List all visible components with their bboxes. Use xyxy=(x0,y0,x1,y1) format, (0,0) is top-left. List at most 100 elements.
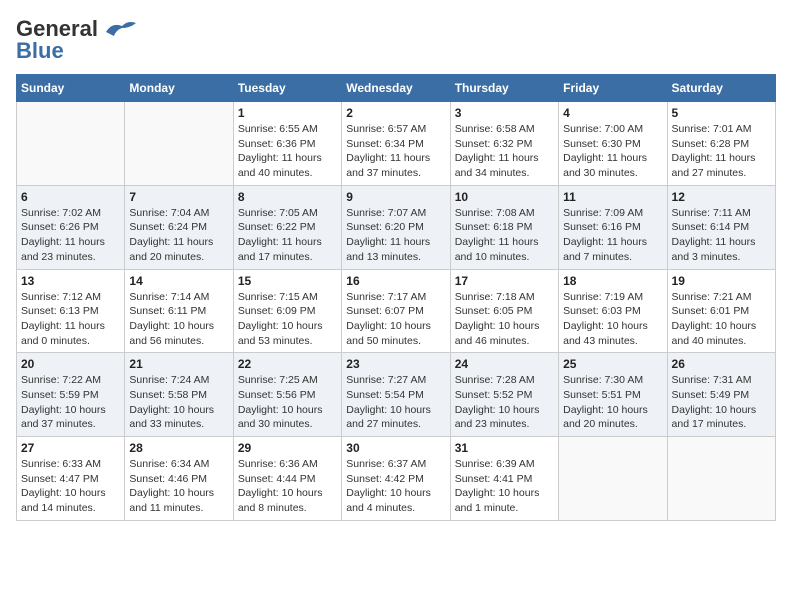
logo-bird-icon xyxy=(102,18,138,40)
day-info: Sunrise: 6:58 AM Sunset: 6:32 PM Dayligh… xyxy=(455,122,554,181)
day-number: 30 xyxy=(346,441,445,455)
day-number: 1 xyxy=(238,106,337,120)
calendar-cell xyxy=(559,437,667,521)
day-number: 27 xyxy=(21,441,120,455)
day-info: Sunrise: 6:34 AM Sunset: 4:46 PM Dayligh… xyxy=(129,457,228,516)
day-info: Sunrise: 7:09 AM Sunset: 6:16 PM Dayligh… xyxy=(563,206,662,265)
calendar-cell: 4 Sunrise: 7:00 AM Sunset: 6:30 PM Daylig… xyxy=(559,102,667,186)
day-info: Sunrise: 7:11 AM Sunset: 6:14 PM Dayligh… xyxy=(672,206,771,265)
calendar-cell: 22Sunrise: 7:25 AM Sunset: 5:56 PM Dayli… xyxy=(233,353,341,437)
day-info: Sunrise: 7:21 AM Sunset: 6:01 PM Dayligh… xyxy=(672,290,771,349)
day-number: 3 xyxy=(455,106,554,120)
calendar-cell: 1 Sunrise: 6:55 AM Sunset: 6:36 PM Daylig… xyxy=(233,102,341,186)
calendar-cell: 14 Sunrise: 7:14 AM Sunset: 6:11 PM Dayli… xyxy=(125,269,233,353)
day-number: 19 xyxy=(672,274,771,288)
day-info: Sunrise: 7:01 AM Sunset: 6:28 PM Dayligh… xyxy=(672,122,771,181)
day-info: Sunrise: 7:28 AM Sunset: 5:52 PM Dayligh… xyxy=(455,373,554,432)
weekday-header-monday: Monday xyxy=(125,75,233,102)
calendar-cell: 17Sunrise: 7:18 AM Sunset: 6:05 PM Dayli… xyxy=(450,269,558,353)
calendar-cell: 9 Sunrise: 7:07 AM Sunset: 6:20 PM Daylig… xyxy=(342,185,450,269)
day-number: 16 xyxy=(346,274,445,288)
day-info: Sunrise: 7:00 AM Sunset: 6:30 PM Dayligh… xyxy=(563,122,662,181)
day-number: 20 xyxy=(21,357,120,371)
calendar-week-row: 20 Sunrise: 7:22 AM Sunset: 5:59 PM Dayli… xyxy=(17,353,776,437)
day-info: Sunrise: 7:31 AM Sunset: 5:49 PM Dayligh… xyxy=(672,373,771,432)
calendar-cell: 26 Sunrise: 7:31 AM Sunset: 5:49 PM Dayli… xyxy=(667,353,775,437)
calendar-cell: 28 Sunrise: 6:34 AM Sunset: 4:46 PM Dayli… xyxy=(125,437,233,521)
day-info: Sunrise: 7:25 AM Sunset: 5:56 PM Dayligh… xyxy=(238,373,337,432)
calendar-cell xyxy=(125,102,233,186)
logo: General Blue xyxy=(16,16,138,64)
calendar-header-row: SundayMondayTuesdayWednesdayThursdayFrid… xyxy=(17,75,776,102)
day-number: 14 xyxy=(129,274,228,288)
calendar-cell: 19 Sunrise: 7:21 AM Sunset: 6:01 PM Dayli… xyxy=(667,269,775,353)
day-info: Sunrise: 7:07 AM Sunset: 6:20 PM Dayligh… xyxy=(346,206,445,265)
calendar-cell: 15 Sunrise: 7:15 AM Sunset: 6:09 PM Dayli… xyxy=(233,269,341,353)
calendar-week-row: 6 Sunrise: 7:02 AM Sunset: 6:26 PM Daylig… xyxy=(17,185,776,269)
day-info: Sunrise: 7:27 AM Sunset: 5:54 PM Dayligh… xyxy=(346,373,445,432)
calendar-cell: 11Sunrise: 7:09 AM Sunset: 6:16 PM Dayli… xyxy=(559,185,667,269)
day-number: 15 xyxy=(238,274,337,288)
day-info: Sunrise: 7:08 AM Sunset: 6:18 PM Dayligh… xyxy=(455,206,554,265)
day-number: 13 xyxy=(21,274,120,288)
day-number: 18 xyxy=(563,274,662,288)
calendar-week-row: 1 Sunrise: 6:55 AM Sunset: 6:36 PM Daylig… xyxy=(17,102,776,186)
day-number: 26 xyxy=(672,357,771,371)
day-info: Sunrise: 6:36 AM Sunset: 4:44 PM Dayligh… xyxy=(238,457,337,516)
day-info: Sunrise: 7:15 AM Sunset: 6:09 PM Dayligh… xyxy=(238,290,337,349)
day-info: Sunrise: 7:14 AM Sunset: 6:11 PM Dayligh… xyxy=(129,290,228,349)
day-info: Sunrise: 7:19 AM Sunset: 6:03 PM Dayligh… xyxy=(563,290,662,349)
day-number: 24 xyxy=(455,357,554,371)
day-number: 5 xyxy=(672,106,771,120)
calendar-cell: 5 Sunrise: 7:01 AM Sunset: 6:28 PM Daylig… xyxy=(667,102,775,186)
day-number: 31 xyxy=(455,441,554,455)
weekday-header-wednesday: Wednesday xyxy=(342,75,450,102)
day-number: 9 xyxy=(346,190,445,204)
day-number: 10 xyxy=(455,190,554,204)
day-number: 4 xyxy=(563,106,662,120)
calendar-cell: 23 Sunrise: 7:27 AM Sunset: 5:54 PM Dayli… xyxy=(342,353,450,437)
weekday-header-thursday: Thursday xyxy=(450,75,558,102)
day-number: 28 xyxy=(129,441,228,455)
calendar-cell xyxy=(17,102,125,186)
calendar-table: SundayMondayTuesdayWednesdayThursdayFrid… xyxy=(16,74,776,521)
calendar-cell: 16Sunrise: 7:17 AM Sunset: 6:07 PM Dayli… xyxy=(342,269,450,353)
day-number: 6 xyxy=(21,190,120,204)
day-info: Sunrise: 7:04 AM Sunset: 6:24 PM Dayligh… xyxy=(129,206,228,265)
logo-text-blue: Blue xyxy=(16,38,64,64)
calendar-cell: 6 Sunrise: 7:02 AM Sunset: 6:26 PM Daylig… xyxy=(17,185,125,269)
weekday-header-saturday: Saturday xyxy=(667,75,775,102)
calendar-cell: 3 Sunrise: 6:58 AM Sunset: 6:32 PM Daylig… xyxy=(450,102,558,186)
calendar-cell: 12 Sunrise: 7:11 AM Sunset: 6:14 PM Dayli… xyxy=(667,185,775,269)
day-number: 7 xyxy=(129,190,228,204)
weekday-header-tuesday: Tuesday xyxy=(233,75,341,102)
calendar-cell xyxy=(667,437,775,521)
calendar-cell: 29 Sunrise: 6:36 AM Sunset: 4:44 PM Dayli… xyxy=(233,437,341,521)
weekday-header-sunday: Sunday xyxy=(17,75,125,102)
day-info: Sunrise: 7:12 AM Sunset: 6:13 PM Dayligh… xyxy=(21,290,120,349)
day-info: Sunrise: 6:39 AM Sunset: 4:41 PM Dayligh… xyxy=(455,457,554,516)
calendar-cell: 30Sunrise: 6:37 AM Sunset: 4:42 PM Dayli… xyxy=(342,437,450,521)
day-info: Sunrise: 6:33 AM Sunset: 4:47 PM Dayligh… xyxy=(21,457,120,516)
calendar-week-row: 13 Sunrise: 7:12 AM Sunset: 6:13 PM Dayli… xyxy=(17,269,776,353)
calendar-cell: 7 Sunrise: 7:04 AM Sunset: 6:24 PM Daylig… xyxy=(125,185,233,269)
calendar-cell: 2 Sunrise: 6:57 AM Sunset: 6:34 PM Daylig… xyxy=(342,102,450,186)
calendar-cell: 20 Sunrise: 7:22 AM Sunset: 5:59 PM Dayli… xyxy=(17,353,125,437)
day-number: 25 xyxy=(563,357,662,371)
day-info: Sunrise: 7:24 AM Sunset: 5:58 PM Dayligh… xyxy=(129,373,228,432)
day-number: 2 xyxy=(346,106,445,120)
day-info: Sunrise: 7:02 AM Sunset: 6:26 PM Dayligh… xyxy=(21,206,120,265)
day-info: Sunrise: 6:55 AM Sunset: 6:36 PM Dayligh… xyxy=(238,122,337,181)
calendar-cell: 25Sunrise: 7:30 AM Sunset: 5:51 PM Dayli… xyxy=(559,353,667,437)
weekday-header-friday: Friday xyxy=(559,75,667,102)
day-number: 29 xyxy=(238,441,337,455)
calendar-cell: 13 Sunrise: 7:12 AM Sunset: 6:13 PM Dayli… xyxy=(17,269,125,353)
day-info: Sunrise: 6:57 AM Sunset: 6:34 PM Dayligh… xyxy=(346,122,445,181)
day-number: 12 xyxy=(672,190,771,204)
calendar-cell: 24 Sunrise: 7:28 AM Sunset: 5:52 PM Dayli… xyxy=(450,353,558,437)
day-number: 21 xyxy=(129,357,228,371)
calendar-week-row: 27 Sunrise: 6:33 AM Sunset: 4:47 PM Dayli… xyxy=(17,437,776,521)
day-info: Sunrise: 7:22 AM Sunset: 5:59 PM Dayligh… xyxy=(21,373,120,432)
calendar-cell: 8Sunrise: 7:05 AM Sunset: 6:22 PM Daylig… xyxy=(233,185,341,269)
day-number: 23 xyxy=(346,357,445,371)
